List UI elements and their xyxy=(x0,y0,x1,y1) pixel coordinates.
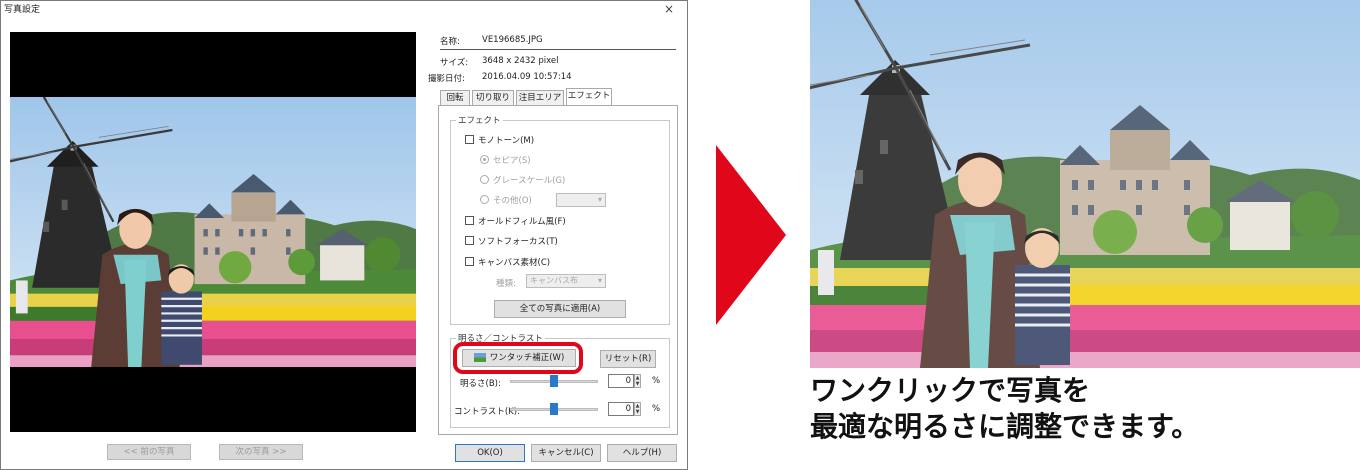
tab-effect[interactable]: エフェクト xyxy=(566,88,612,106)
brightness-input[interactable]: 0 xyxy=(608,374,634,388)
monotone-checkbox[interactable] xyxy=(465,135,474,144)
other-label: その他(O) xyxy=(493,196,532,206)
preview-photo xyxy=(10,97,416,367)
tab-rotate[interactable]: 回転 xyxy=(440,90,470,106)
brightness-slider-thumb[interactable] xyxy=(550,375,558,387)
caption-line-1: ワンクリックで写真を xyxy=(810,374,1091,407)
ok-button[interactable]: OK(O) xyxy=(455,444,525,462)
reset-button[interactable]: リセット(R) xyxy=(600,350,656,368)
right-triangle-arrow-icon xyxy=(716,145,786,325)
monotone-label: モノトーン(M) xyxy=(478,136,535,146)
tab-focus-area[interactable]: 注目エリア xyxy=(516,90,564,106)
chevron-down-icon: ▾ xyxy=(597,276,602,285)
corrected-photo xyxy=(810,0,1360,368)
divider xyxy=(440,49,676,50)
next-photo-button[interactable]: 次の写真 >> xyxy=(219,444,303,460)
contrast-label: コントラスト(K): xyxy=(454,407,520,417)
brightness-label: 明るさ(B): xyxy=(460,379,501,389)
cancel-button[interactable]: キャンセル(C) xyxy=(531,444,601,462)
name-value: VE196685.JPG xyxy=(482,35,543,45)
effect-group-title: エフェクト xyxy=(456,114,503,126)
oldfilm-checkbox[interactable] xyxy=(465,216,474,225)
sepia-radio[interactable] xyxy=(480,155,489,164)
other-radio[interactable] xyxy=(480,195,489,204)
kind-value: キャンバス布 xyxy=(530,276,578,285)
photo-preview xyxy=(10,32,416,432)
contrast-input[interactable]: 0 xyxy=(608,402,634,416)
softfocus-label: ソフトフォーカス(T) xyxy=(478,237,558,247)
sepia-label: セピア(S) xyxy=(493,156,531,166)
contrast-slider-thumb[interactable] xyxy=(550,403,558,415)
apply-all-button[interactable]: 全ての写真に適用(A) xyxy=(494,300,626,318)
kind-select[interactable]: キャンバス布 ▾ xyxy=(526,274,606,288)
dialog-title: 写真設定 xyxy=(4,5,41,15)
kind-label: 種類: xyxy=(496,279,516,289)
name-label: 名称: xyxy=(440,37,460,47)
help-button[interactable]: ヘルプ(H) xyxy=(607,444,677,462)
close-icon[interactable]: × xyxy=(664,2,674,16)
tab-crop[interactable]: 切り取り xyxy=(472,90,514,106)
softfocus-checkbox[interactable] xyxy=(465,236,474,245)
grayscale-label: グレースケール(G) xyxy=(493,176,566,186)
highlight-ring xyxy=(453,342,583,374)
canvas-checkbox[interactable] xyxy=(465,257,474,266)
date-value: 2016.04.09 10:57:14 xyxy=(482,72,572,82)
grayscale-radio[interactable] xyxy=(480,175,489,184)
other-color-select[interactable]: ▾ xyxy=(556,193,606,207)
brightness-percent: % xyxy=(652,376,661,386)
date-label: 撮影日付: xyxy=(428,74,465,84)
size-value: 3648 x 2432 pixel xyxy=(482,56,559,66)
prev-photo-button[interactable]: << 前の写真 xyxy=(107,444,191,460)
size-label: サイズ: xyxy=(440,58,469,68)
oldfilm-label: オールドフィルム風(F) xyxy=(478,217,566,227)
chevron-down-icon: ▾ xyxy=(597,195,602,204)
brightness-stepper[interactable]: ▲ ▼ xyxy=(634,374,641,388)
caption-line-2: 最適な明るさに調整できます。 xyxy=(810,410,1200,443)
contrast-percent: % xyxy=(652,404,661,414)
canvas-label: キャンバス素材(C) xyxy=(478,258,551,268)
contrast-stepper[interactable]: ▲ ▼ xyxy=(634,402,641,416)
